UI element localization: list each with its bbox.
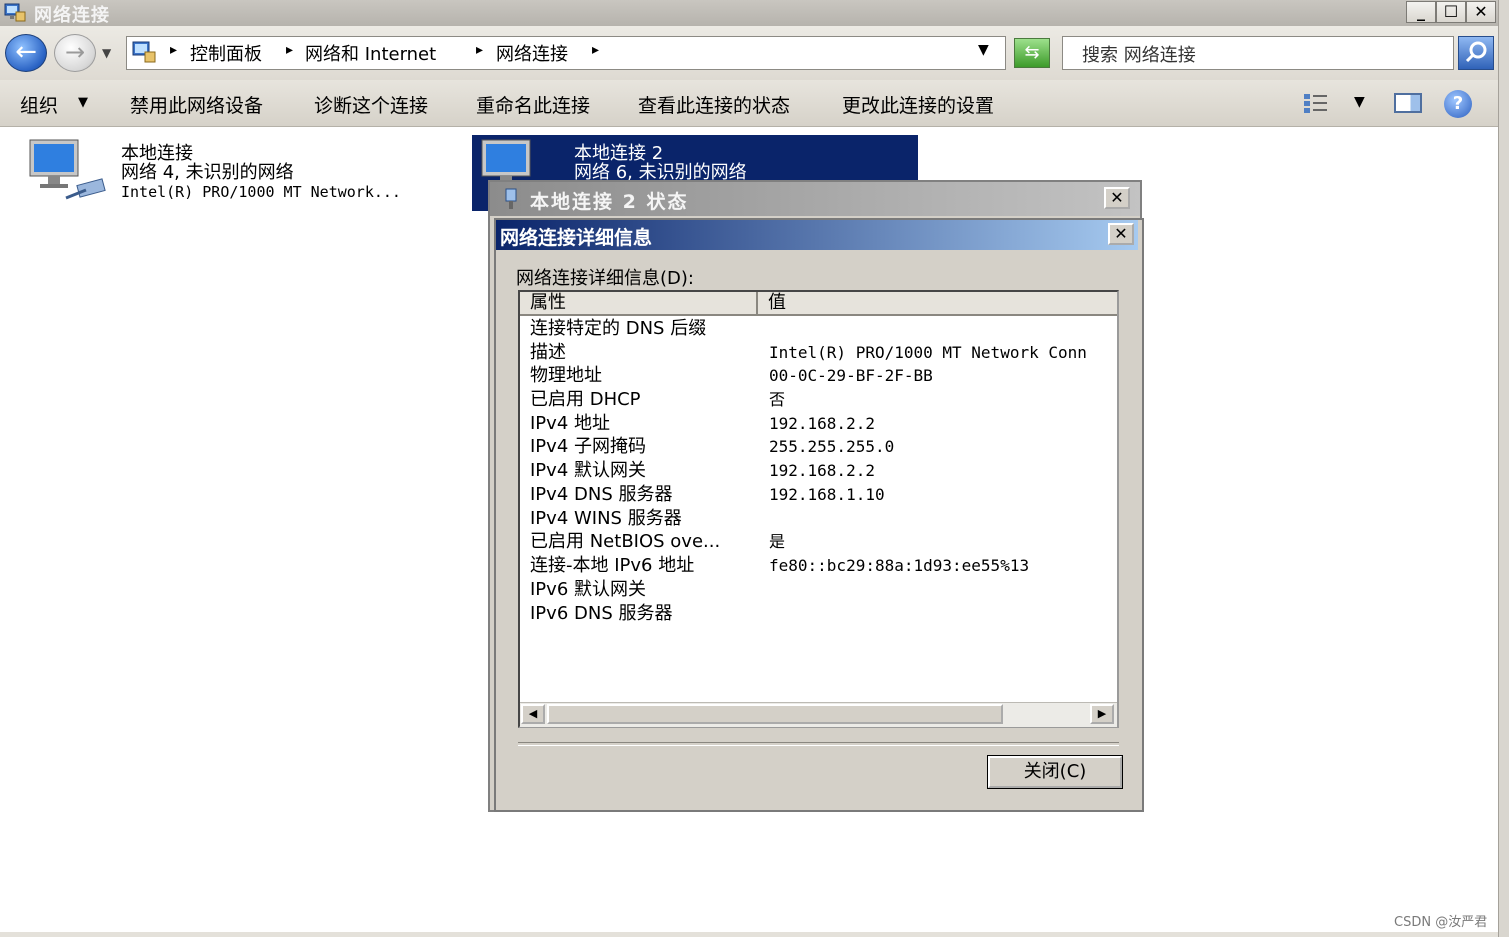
network-connections-icon <box>4 3 26 22</box>
disable-device-button[interactable]: 禁用此网络设备 <box>130 91 263 118</box>
breadcrumb-separator-icon[interactable]: ▸ <box>476 42 483 58</box>
connection-2-name[interactable]: 本地连接 2 <box>574 144 663 163</box>
maximize-button[interactable]: ☐ <box>1436 1 1466 23</box>
preview-pane-icon[interactable] <box>1394 93 1422 113</box>
network-adapter-icon <box>505 188 517 209</box>
details-dialog-close-icon[interactable]: ✕ <box>1108 223 1134 245</box>
rename-button[interactable]: 重命名此连接 <box>476 91 590 118</box>
refresh-button[interactable]: ⇆ <box>1014 38 1050 68</box>
column-header-value[interactable]: 值 <box>758 292 1117 316</box>
window-right-border <box>1498 0 1509 937</box>
row-value[interactable]: 192.168.1.10 <box>769 484 885 506</box>
row-property[interactable]: IPv4 默认网关 <box>530 460 646 482</box>
close-button[interactable]: 关闭(C) <box>987 755 1123 789</box>
scroll-left-icon[interactable]: ◀ <box>521 704 545 724</box>
row-property[interactable]: 描述 <box>530 342 566 364</box>
row-property[interactable]: 物理地址 <box>530 365 602 387</box>
row-property[interactable]: IPv4 地址 <box>530 413 610 435</box>
column-header-property[interactable]: 属性 <box>520 292 758 316</box>
close-window-button[interactable]: ✕ <box>1466 1 1496 23</box>
watermark: CSDN @汝严君 <box>1394 915 1488 930</box>
forward-button[interactable]: → <box>54 34 96 72</box>
organize-menu[interactable]: 组织 <box>20 91 58 118</box>
row-property[interactable]: IPv6 默认网关 <box>530 579 646 601</box>
row-property[interactable]: 已启用 DHCP <box>530 389 641 411</box>
details-list-label: 网络连接详细信息(D): <box>516 268 694 289</box>
row-property[interactable]: IPv6 DNS 服务器 <box>530 603 672 625</box>
row-property[interactable]: IPv4 WINS 服务器 <box>530 508 682 530</box>
row-property[interactable]: 已启用 NetBIOS ove... <box>530 531 720 553</box>
breadcrumb-network-connections[interactable]: 网络连接 <box>496 40 568 66</box>
address-dropdown-icon[interactable]: ▼ <box>978 42 989 58</box>
connection-1-adapter: Intel(R) PRO/1000 MT Network... <box>121 183 401 201</box>
organize-dropdown-icon[interactable]: ▼ <box>78 95 88 110</box>
row-property[interactable]: 连接特定的 DNS 后缀 <box>530 318 706 340</box>
row-value[interactable]: 192.168.2.2 <box>769 460 875 482</box>
connection-1-name[interactable]: 本地连接 <box>121 144 193 163</box>
minimize-button[interactable]: _ <box>1406 1 1436 23</box>
status-dialog-close-icon[interactable]: ✕ <box>1104 187 1130 209</box>
scroll-right-icon[interactable]: ▶ <box>1090 704 1114 724</box>
row-value[interactable]: 否 <box>769 389 785 411</box>
breadcrumb-separator-icon[interactable]: ▸ <box>286 42 293 58</box>
row-value[interactable]: 00-0C-29-BF-2F-BB <box>769 365 933 387</box>
help-icon[interactable]: ? <box>1444 90 1472 118</box>
row-property[interactable]: IPv4 子网掩码 <box>530 436 646 458</box>
history-dropdown-icon[interactable]: ▼ <box>102 46 111 60</box>
breadcrumb-network-internet[interactable]: 网络和 Internet <box>305 40 436 66</box>
divider <box>518 742 1119 746</box>
window-title: 网络连接 <box>34 5 110 26</box>
back-button[interactable]: ← <box>5 34 47 72</box>
breadcrumb-separator-icon[interactable]: ▸ <box>170 42 177 58</box>
control-panel-icon <box>132 41 156 63</box>
row-property[interactable]: IPv4 DNS 服务器 <box>530 484 672 506</box>
row-property[interactable]: 连接-本地 IPv6 地址 <box>530 555 694 577</box>
view-status-button[interactable]: 查看此连接的状态 <box>638 91 790 118</box>
breadcrumb-control-panel[interactable]: 控制面板 <box>190 40 262 66</box>
views-dropdown-icon[interactable]: ▼ <box>1354 94 1365 110</box>
row-value[interactable]: 是 <box>769 531 785 553</box>
connection-2-shadow <box>472 211 488 801</box>
change-settings-button[interactable]: 更改此连接的设置 <box>842 91 994 118</box>
row-value[interactable]: 192.168.2.2 <box>769 413 875 435</box>
window-titlebar[interactable] <box>0 0 1498 26</box>
status-bar-edge <box>0 932 1498 937</box>
scrollbar-thumb[interactable] <box>547 704 1003 724</box>
search-button[interactable] <box>1458 36 1494 70</box>
local-connection-icon[interactable] <box>26 138 110 206</box>
search-icon <box>1465 41 1487 63</box>
details-dialog-title: 网络连接详细信息 <box>500 227 653 249</box>
status-dialog-title: 本地连接 2 状态 <box>530 191 689 213</box>
row-value[interactable]: Intel(R) PRO/1000 MT Network Conn <box>769 342 1087 364</box>
diagnose-button[interactable]: 诊断这个连接 <box>314 91 428 118</box>
views-icon[interactable] <box>1302 92 1330 114</box>
row-value[interactable]: fe80::bc29:88a:1d93:ee55%13 <box>769 555 1029 577</box>
search-placeholder: 搜索 网络连接 <box>1082 45 1196 66</box>
breadcrumb-separator-icon[interactable]: ▸ <box>592 42 599 58</box>
row-value[interactable]: 255.255.255.0 <box>769 436 894 458</box>
connection-1-network: 网络 4, 未识别的网络 <box>121 162 294 183</box>
